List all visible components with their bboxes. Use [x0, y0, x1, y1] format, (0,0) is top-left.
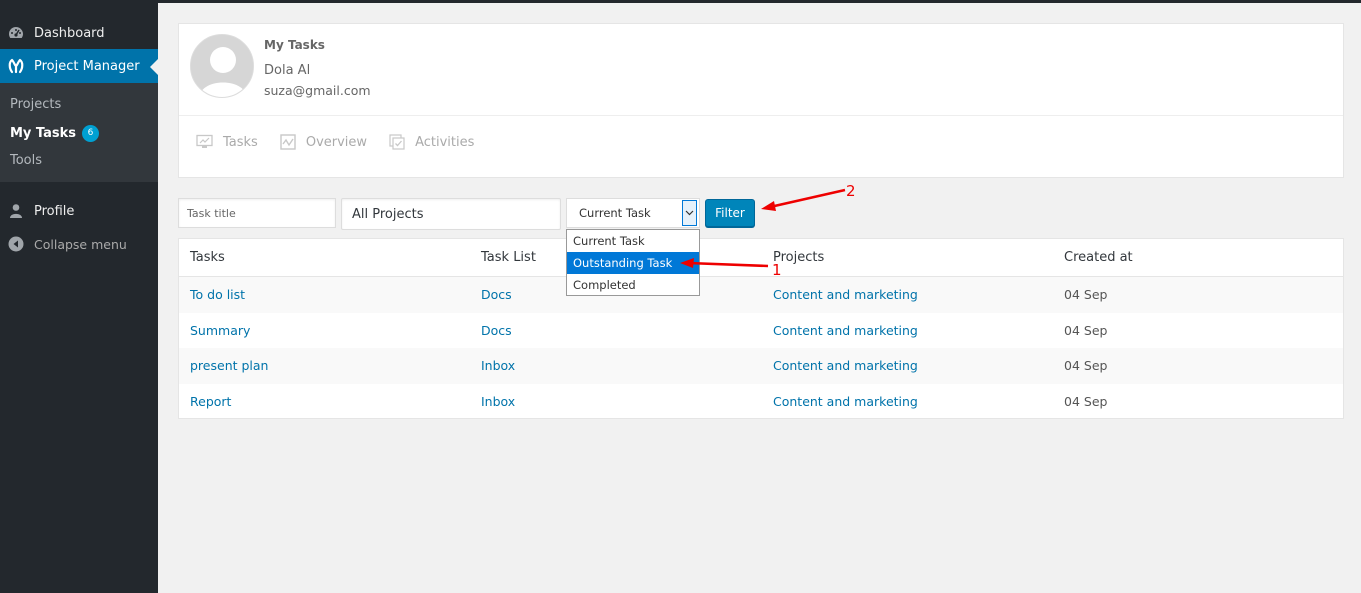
- user-name: Dola Al: [264, 63, 311, 78]
- card-divider: [179, 115, 1343, 116]
- task-link[interactable]: Summary: [190, 323, 250, 338]
- project-link[interactable]: Content and marketing: [773, 394, 918, 409]
- dashboard-gauge-icon: [9, 27, 23, 38]
- tasks-table: Tasks Task List Projects Created at To d…: [178, 238, 1344, 419]
- column-header-task-list: Task List: [481, 250, 536, 265]
- sidebar-label-profile: Profile: [34, 203, 75, 219]
- table-row: present plan Inbox Content and marketing…: [179, 348, 1343, 384]
- column-header-created-at: Created at: [1064, 250, 1133, 265]
- annotation-arrow-2: [769, 188, 846, 209]
- submenu-item-tools[interactable]: Tools: [10, 153, 42, 168]
- created-date: 04 Sep: [1064, 287, 1108, 302]
- task-link[interactable]: present plan: [190, 358, 268, 373]
- top-bar: [0, 0, 1361, 3]
- submenu-item-my-tasks[interactable]: My Tasks 6: [10, 125, 100, 142]
- task-title-input[interactable]: [178, 198, 336, 228]
- profile-tabs: Tasks Overview Activities: [196, 134, 496, 150]
- collapse-menu-button[interactable]: Collapse menu: [0, 232, 158, 256]
- tab-label-tasks: Tasks: [223, 134, 258, 150]
- table-row: To do list Docs Content and marketing 04…: [179, 277, 1343, 313]
- task-link[interactable]: To do list: [190, 287, 245, 302]
- monitor-chart-icon: [196, 134, 213, 148]
- project-link[interactable]: Content and marketing: [773, 287, 918, 302]
- sidebar-item-project-manager[interactable]: Project Manager: [0, 49, 158, 83]
- task-link[interactable]: Report: [190, 394, 231, 409]
- status-option-completed[interactable]: Completed: [567, 274, 699, 296]
- avatar: [190, 34, 254, 98]
- tab-overview[interactable]: Overview: [280, 134, 367, 150]
- created-date: 04 Sep: [1064, 322, 1108, 338]
- tab-label-activities: Activities: [415, 134, 475, 150]
- project-link[interactable]: Content and marketing: [773, 358, 918, 373]
- task-list-link[interactable]: Docs: [481, 287, 512, 302]
- status-select-value: Current Task: [579, 206, 651, 220]
- tab-tasks[interactable]: Tasks: [196, 134, 258, 150]
- admin-sidebar: Dashboard Project Manager Projects My Ta…: [0, 0, 158, 593]
- avatar-placeholder-icon: [191, 35, 253, 97]
- current-menu-arrow: [150, 59, 158, 75]
- submenu-label-my-tasks: My Tasks: [10, 126, 77, 141]
- table-row: Summary Docs Content and marketing 04 Se…: [179, 313, 1343, 349]
- project-link[interactable]: Content and marketing: [773, 323, 918, 338]
- line-chart-icon: [280, 134, 296, 150]
- user-header-card: My Tasks Dola Al suza@gmail.com Tasks Ov…: [178, 23, 1344, 178]
- user-email: suza@gmail.com: [264, 83, 371, 98]
- created-date: 04 Sep: [1064, 393, 1108, 409]
- collapse-menu-label: Collapse menu: [34, 236, 127, 252]
- chevron-down-icon: [685, 210, 694, 216]
- filter-button[interactable]: Filter: [705, 199, 755, 227]
- project-manager-submenu: Projects My Tasks 6 Tools: [0, 83, 158, 182]
- project-manager-logo-icon: [8, 58, 24, 74]
- task-list-link[interactable]: Inbox: [481, 394, 515, 409]
- created-date: 04 Sep: [1064, 358, 1108, 373]
- project-select[interactable]: All Projects: [341, 198, 561, 230]
- status-option-current[interactable]: Current Task: [567, 230, 699, 252]
- task-list-link[interactable]: Docs: [481, 323, 512, 338]
- submenu-item-projects[interactable]: Projects: [10, 97, 61, 112]
- annotation-label-2: 2: [846, 182, 856, 200]
- status-option-outstanding[interactable]: Outstanding Task: [567, 252, 699, 274]
- checkbox-stack-icon: [389, 134, 405, 150]
- annotation-label-1: 1: [772, 261, 782, 279]
- my-tasks-count-badge: 6: [82, 125, 100, 142]
- collapse-arrow-icon: [8, 236, 24, 252]
- sidebar-item-dashboard[interactable]: Dashboard: [0, 20, 158, 46]
- sidebar-label-dashboard: Dashboard: [34, 25, 105, 41]
- task-status-select[interactable]: Current Task: [566, 198, 700, 228]
- table-header: Tasks Task List Projects Created at: [179, 239, 1343, 277]
- task-list-link[interactable]: Inbox: [481, 358, 515, 373]
- user-icon: [10, 204, 22, 218]
- project-select-value: All Projects: [352, 206, 424, 222]
- sidebar-label-project-manager: Project Manager: [34, 58, 140, 74]
- status-dropdown-list: Current Task Outstanding Task Completed: [566, 229, 700, 296]
- page-title: My Tasks: [264, 38, 325, 52]
- annotation-arrowhead-2: [761, 201, 776, 211]
- table-row: Report Inbox Content and marketing 04 Se…: [179, 384, 1343, 420]
- tab-label-overview: Overview: [305, 134, 368, 150]
- column-header-tasks: Tasks: [190, 250, 225, 265]
- dropdown-toggle[interactable]: [682, 200, 697, 226]
- tab-activities[interactable]: Activities: [389, 134, 474, 150]
- sidebar-item-profile[interactable]: Profile: [0, 198, 158, 224]
